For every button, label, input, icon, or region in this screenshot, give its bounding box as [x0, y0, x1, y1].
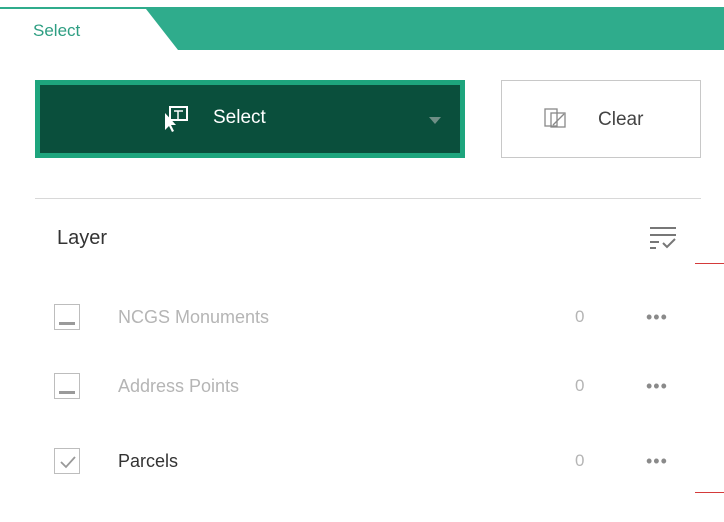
- tab-select[interactable]: Select: [33, 21, 80, 41]
- layer-row[interactable]: Parcels 0 •••: [0, 441, 724, 481]
- clear-selection-icon: [544, 108, 566, 128]
- layer-name: NCGS Monuments: [118, 307, 270, 327]
- checkbox-unchecked-indicator: [59, 322, 75, 325]
- check-icon: [60, 456, 76, 469]
- divider: [35, 198, 701, 199]
- layer-checkbox[interactable]: [54, 304, 80, 330]
- layer-name: Address Points: [118, 376, 240, 396]
- layer-row[interactable]: Address Points 0 •••: [0, 366, 724, 406]
- select-cursor-icon: [165, 106, 188, 132]
- clear-button-label: Clear: [598, 109, 644, 130]
- layer-count: 0: [575, 307, 585, 326]
- ellipsis-icon[interactable]: •••: [646, 449, 682, 473]
- layer-count: 0: [575, 376, 585, 395]
- clear-button[interactable]: Clear: [501, 80, 701, 158]
- layer-checkbox[interactable]: [54, 373, 80, 399]
- layer-header-title: Layer: [57, 227, 108, 249]
- select-button-label: Select: [213, 107, 266, 128]
- ellipsis-icon[interactable]: •••: [646, 305, 682, 329]
- layer-count: 0: [575, 451, 585, 470]
- chevron-down-icon[interactable]: [429, 117, 441, 124]
- checkbox-unchecked-indicator: [59, 391, 75, 394]
- layer-name: Parcels: [118, 451, 179, 471]
- divider-marker: [695, 492, 724, 493]
- tab-strip-background: [0, 7, 724, 50]
- ellipsis-icon[interactable]: •••: [646, 374, 682, 398]
- filter-list-icon[interactable]: [648, 223, 678, 251]
- tab-strip: Select: [0, 0, 724, 50]
- layer-row[interactable]: NCGS Monuments 0 •••: [0, 297, 724, 337]
- layer-checkbox[interactable]: [54, 448, 80, 474]
- divider-marker: [695, 263, 724, 264]
- select-button[interactable]: Select: [35, 80, 465, 158]
